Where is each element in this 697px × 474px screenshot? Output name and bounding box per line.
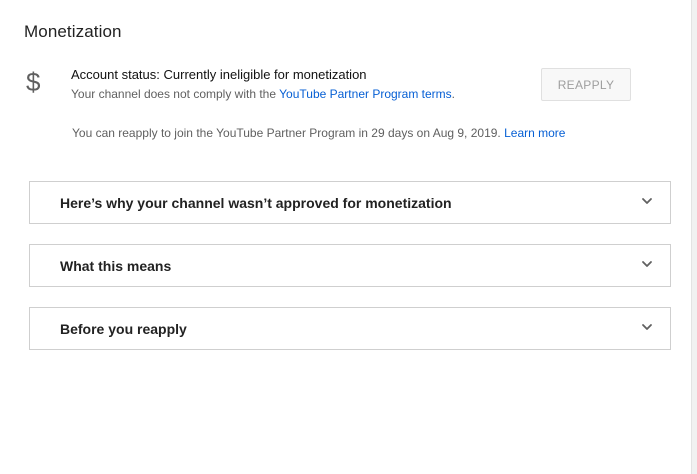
status-desc-prefix: Your channel does not comply with the: [71, 87, 280, 101]
chevron-down-icon: [642, 324, 652, 330]
accordion-label: Here’s why your channel wasn’t approved …: [60, 195, 452, 211]
reapply-info-text: You can reapply to join the YouTube Part…: [72, 126, 505, 140]
dollar-icon: $: [26, 67, 41, 97]
chevron-down-icon: [642, 198, 652, 204]
chevron-down-icon: [642, 261, 652, 267]
account-status-description: Your channel does not comply with the Yo…: [71, 87, 455, 101]
learn-more-link[interactable]: Learn more: [504, 126, 565, 140]
account-status-title: Account status: Currently ineligible for…: [71, 67, 367, 82]
accordion-label: Before you reapply: [60, 321, 187, 337]
partner-program-terms-link[interactable]: YouTube Partner Program terms: [279, 87, 452, 101]
accordion-why-not-approved[interactable]: Here’s why your channel wasn’t approved …: [29, 181, 671, 224]
reapply-info: You can reapply to join the YouTube Part…: [72, 126, 565, 140]
scrollbar-track[interactable]: [691, 0, 697, 474]
accordion-what-this-means[interactable]: What this means: [29, 244, 671, 287]
reapply-button[interactable]: REAPPLY: [541, 68, 631, 101]
status-desc-suffix: .: [451, 87, 456, 101]
accordion-label: What this means: [60, 258, 172, 274]
page-title: Monetization: [24, 22, 122, 41]
accordion-before-you-reapply[interactable]: Before you reapply: [29, 307, 671, 350]
